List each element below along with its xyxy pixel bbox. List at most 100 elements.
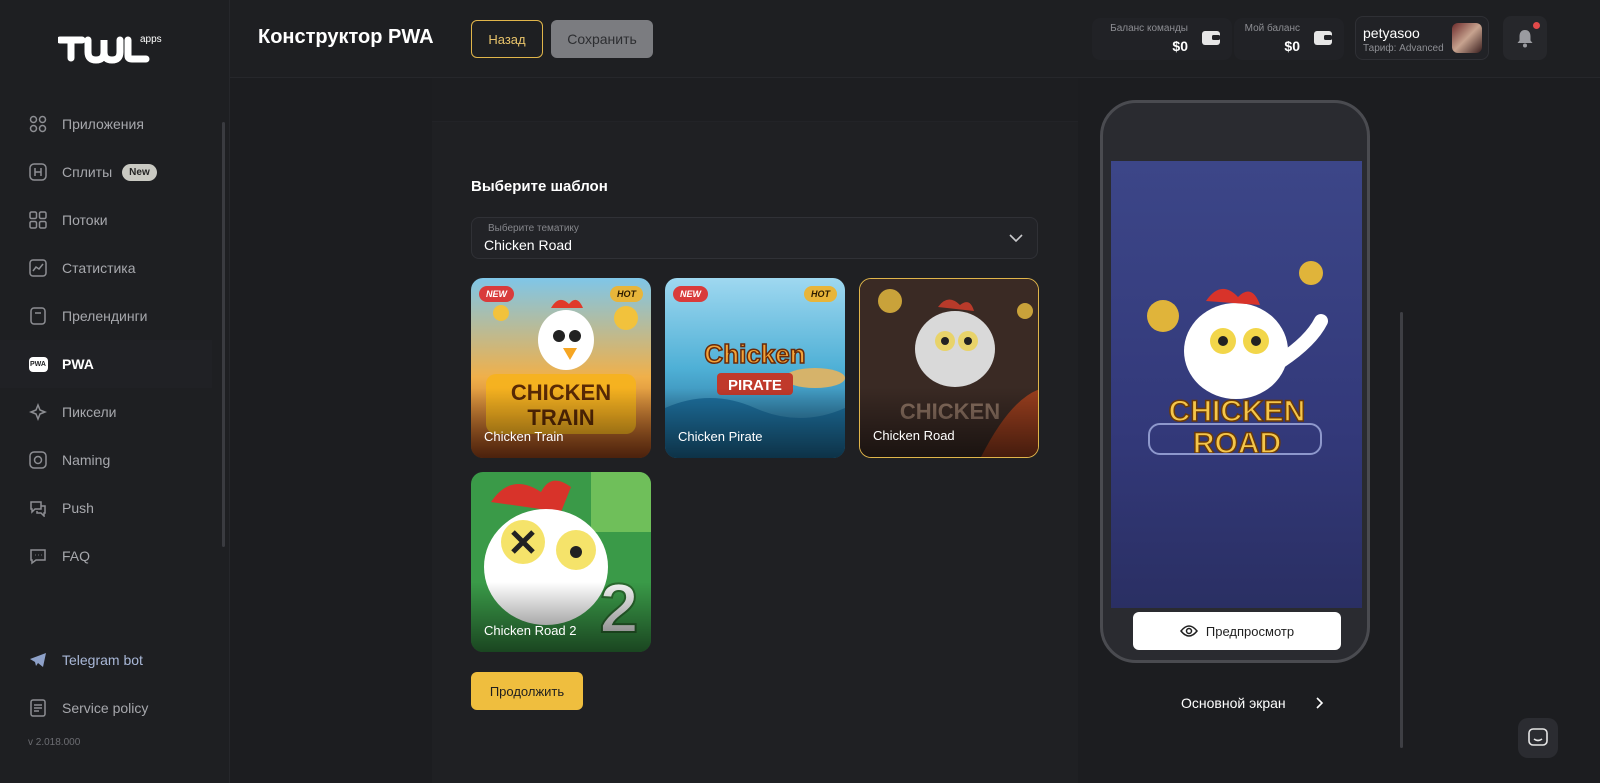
faq-icon — [28, 546, 48, 566]
save-button[interactable]: Сохранить — [551, 20, 653, 58]
sidebar-bottom: Telegram bot Service policy — [0, 636, 212, 732]
sidebar-item-telegram-bot[interactable]: Telegram bot — [0, 636, 212, 684]
wallet-icon[interactable] — [1202, 30, 1220, 45]
svg-text:apps: apps — [140, 34, 162, 45]
top-band — [432, 78, 1078, 122]
chat-icon — [1528, 728, 1548, 746]
sidebar-item-pwa[interactable]: PWA PWA — [0, 340, 212, 388]
user-menu[interactable]: petyasoo Тариф: Advanced — [1355, 16, 1489, 60]
push-icon — [28, 498, 48, 518]
sidebar-item-label: Пиксели — [62, 404, 117, 420]
sidebar-item-apps[interactable]: Приложения — [0, 100, 212, 148]
telegram-icon — [28, 650, 48, 670]
sidebar-item-prelandings[interactable]: Прелендинги — [0, 292, 212, 340]
app-root: apps Приложения Сплиты New Потоки Статис… — [0, 0, 1600, 783]
page-title: Конструктор PWA — [258, 26, 434, 48]
sidebar-item-label: Service policy — [62, 700, 149, 716]
sidebar-item-push[interactable]: Push — [0, 484, 212, 532]
team-balance-value: $0 — [1172, 38, 1188, 54]
card-shade — [665, 388, 845, 458]
card-shade — [471, 582, 651, 652]
theme-select-label: Выберите тематику — [488, 223, 579, 234]
template-name: Chicken Train — [484, 429, 564, 444]
my-balance-value: $0 — [1284, 38, 1300, 54]
sidebar-item-label: Статистика — [62, 260, 136, 276]
sidebar-item-flows[interactable]: Потоки — [0, 196, 212, 244]
prelanding-icon — [28, 306, 48, 326]
avatar — [1452, 23, 1482, 53]
grid-icon — [28, 114, 48, 134]
sidebar-item-label: PWA — [62, 356, 94, 372]
card-shade — [860, 387, 1038, 457]
pixel-icon — [28, 402, 48, 422]
sidebar-item-label: Telegram bot — [62, 652, 143, 668]
notification-dot — [1533, 22, 1540, 29]
wallet-icon[interactable] — [1314, 30, 1332, 45]
sidebar-item-label: Naming — [62, 452, 111, 468]
naming-icon — [28, 450, 48, 470]
preview-button-label: Предпросмотр — [1205, 623, 1295, 639]
flows-icon — [28, 210, 48, 230]
version-label: v 2.018.000 — [28, 737, 81, 748]
sidebar-item-statistics[interactable]: Статистика — [0, 244, 212, 292]
sidebar-item-service-policy[interactable]: Service policy — [0, 684, 212, 732]
new-badge: NEW — [673, 286, 708, 302]
hot-badge: HOT — [610, 286, 643, 302]
screen-navigator[interactable]: Основной экран — [1181, 693, 1331, 713]
my-balance: Мой баланс $0 — [1234, 18, 1344, 60]
support-chat-button[interactable] — [1518, 718, 1558, 758]
preview-art: CHICKEN ROAD — [1147, 261, 1328, 461]
team-balance: Баланс команды $0 — [1092, 18, 1232, 60]
sidebar-item-label: Приложения — [62, 116, 144, 132]
card-shade — [471, 388, 651, 458]
continue-button[interactable]: Продолжить — [471, 672, 583, 710]
chart-icon — [28, 258, 48, 278]
sidebar-item-faq[interactable]: FAQ — [0, 532, 212, 580]
template-card-chicken-road-2[interactable]: 2 Chicken Road 2 — [471, 472, 651, 652]
preview-button[interactable]: Предпросмотр — [1133, 612, 1341, 650]
split-icon — [28, 162, 48, 182]
sidebar-item-splits[interactable]: Сплиты New — [0, 148, 212, 196]
sidebar-item-label: Сплиты — [62, 164, 113, 180]
sidebar-nav: Приложения Сплиты New Потоки Статистика — [0, 100, 212, 580]
sidebar-scrollbar[interactable] — [222, 122, 225, 547]
top-header: Конструктор PWA Назад Сохранить Баланс к… — [230, 0, 1600, 78]
art-text: Chicken — [704, 339, 805, 369]
plan-label: Тариф: Advanced — [1363, 43, 1444, 54]
back-button[interactable]: Назад — [471, 20, 543, 58]
team-balance-label: Баланс команды — [1110, 23, 1188, 34]
pwa-icon: PWA — [28, 354, 48, 374]
template-name: Chicken Pirate — [678, 429, 763, 444]
sidebar: apps Приложения Сплиты New Потоки Статис… — [0, 0, 230, 783]
hot-badge: HOT — [804, 286, 837, 302]
sidebar-item-pixels[interactable]: Пиксели — [0, 388, 212, 436]
template-name: Chicken Road 2 — [484, 623, 577, 638]
logo[interactable]: apps — [58, 30, 178, 64]
section-title: Выберите шаблон — [471, 178, 608, 195]
notifications-button[interactable] — [1503, 16, 1547, 60]
phone-preview: CHICKEN ROAD Предпросмотр — [1100, 100, 1370, 663]
theme-select[interactable]: Выберите тематику Chicken Road — [471, 217, 1038, 259]
template-card-chicken-train[interactable]: CHICKEN TRAIN NEW HOT Chicken Train — [471, 278, 651, 458]
sidebar-item-label: Прелендинги — [62, 308, 148, 324]
preview-input[interactable] — [1148, 423, 1322, 455]
bell-icon — [1517, 30, 1533, 48]
username: petyasoo — [1363, 25, 1420, 41]
new-badge: NEW — [479, 286, 514, 302]
theme-select-value: Chicken Road — [484, 237, 572, 253]
chevron-right-icon[interactable] — [1316, 697, 1324, 709]
template-name: Chicken Road — [873, 428, 955, 443]
eye-icon — [1179, 625, 1198, 637]
template-section: Выберите шаблон Выберите тематику Chicke… — [432, 78, 1078, 783]
sidebar-item-naming[interactable]: Naming — [0, 436, 212, 484]
sidebar-item-label: Потоки — [62, 212, 108, 228]
chevron-down-icon — [1009, 234, 1023, 243]
sidebar-item-label: Push — [62, 500, 94, 516]
document-icon — [28, 698, 48, 718]
preview-scrollbar[interactable] — [1400, 312, 1403, 748]
sidebar-item-label: FAQ — [62, 548, 91, 564]
screen-label: Основной экран — [1181, 695, 1286, 711]
phone-screen: CHICKEN ROAD — [1111, 161, 1362, 608]
template-card-chicken-road[interactable]: CHICKEN Chicken Road — [859, 278, 1039, 458]
template-card-chicken-pirate[interactable]: Chicken PIRATE NEW HOT Chicken Pirate — [665, 278, 845, 458]
